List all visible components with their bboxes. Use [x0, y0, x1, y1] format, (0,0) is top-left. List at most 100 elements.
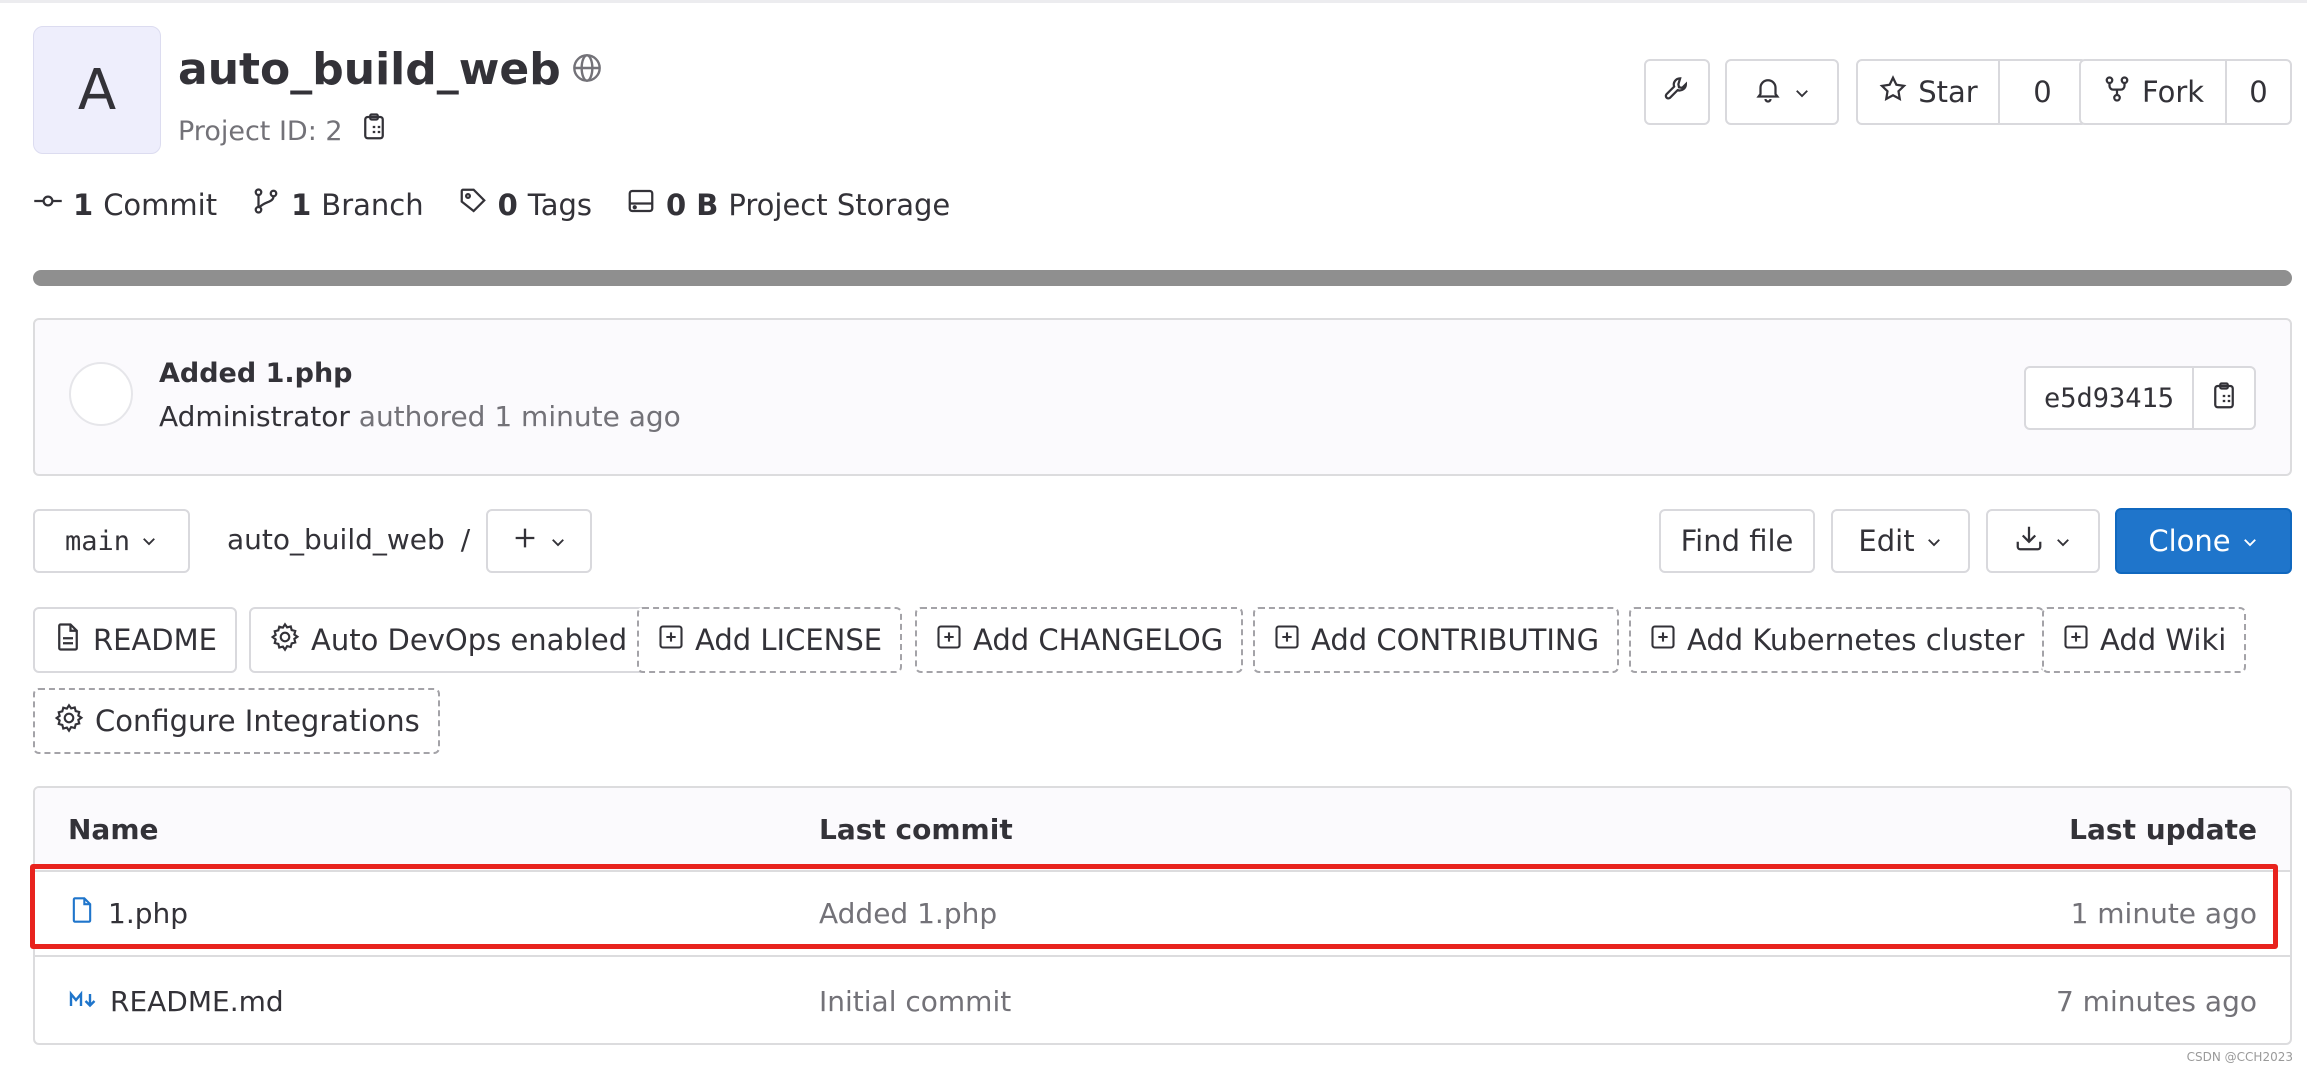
file-name-cell[interactable]: README.md: [68, 959, 284, 1043]
branch-selector[interactable]: main: [33, 509, 190, 573]
chevron-down-icon: [1925, 524, 1943, 558]
find-file-button[interactable]: Find file: [1659, 509, 1815, 573]
header-last-update: Last update: [2069, 812, 2257, 846]
find-file-label: Find file: [1680, 524, 1794, 558]
header-last-commit: Last commit: [819, 812, 1013, 846]
file-icon: [53, 622, 83, 659]
add-license-label: Add LICENSE: [695, 623, 883, 657]
chevron-down-icon: [1793, 75, 1811, 109]
file-name: 1.php: [108, 897, 189, 930]
fork-button-group: Fork 0: [2079, 59, 2292, 125]
file-commit-message[interactable]: Added 1.php: [819, 872, 997, 955]
configure-integrations-button[interactable]: Configure Integrations: [33, 688, 440, 754]
project-avatar-letter: A: [77, 57, 117, 123]
table-header: Name Last commit Last update: [35, 788, 2290, 872]
file-name: README.md: [110, 985, 284, 1018]
clone-label: Clone: [2148, 524, 2231, 558]
chevron-down-icon: [2241, 524, 2259, 558]
auto-devops-label: Auto DevOps enabled: [311, 623, 628, 657]
fork-count[interactable]: 0: [2227, 61, 2290, 123]
branches-link[interactable]: 1 Branch: [251, 186, 424, 223]
gear-icon: [269, 621, 301, 660]
plus-square-icon: [935, 623, 963, 658]
table-row[interactable]: README.md Initial commit 7 minutes ago: [35, 959, 2290, 1043]
breadcrumb-root[interactable]: auto_build_web: [227, 523, 445, 556]
plus-icon: [511, 524, 539, 559]
add-kubernetes-button[interactable]: Add Kubernetes cluster: [1629, 607, 2045, 673]
storage-link[interactable]: 0 B Project Storage: [626, 186, 950, 223]
branches-label: Branch: [321, 187, 424, 222]
wrench-icon: [1662, 74, 1692, 111]
project-stats: 1 Commit 1 Branch 0 Tags 0 B Project Sto…: [33, 186, 950, 223]
file-commit-message[interactable]: Initial commit: [819, 959, 1011, 1043]
file-updated: 7 minutes ago: [2055, 985, 2257, 1018]
breadcrumb: auto_build_web /: [227, 523, 470, 556]
star-button-group: Star 0: [1856, 59, 2087, 125]
project-id-text: Project ID: 2: [178, 115, 343, 147]
storage-count: 0 B: [665, 187, 719, 222]
branches-count: 1: [291, 187, 312, 222]
star-label: Star: [1918, 75, 1978, 109]
fork-icon: [2102, 74, 2132, 111]
auto-devops-button[interactable]: Auto DevOps enabled: [249, 607, 648, 673]
commits-count: 1: [73, 187, 94, 222]
commit-sha[interactable]: e5d93415: [2026, 368, 2192, 428]
table-row[interactable]: 1.php Added 1.php 1 minute ago: [35, 872, 2290, 957]
add-changelog-label: Add CHANGELOG: [973, 623, 1224, 657]
file-icon: [68, 896, 96, 931]
commit-author[interactable]: Administrator: [159, 400, 350, 433]
fork-button[interactable]: Fork: [2081, 61, 2225, 123]
file-tree-table: Name Last commit Last update 1.php Added…: [33, 786, 2292, 1045]
add-license-button[interactable]: Add LICENSE: [637, 607, 903, 673]
chevron-down-icon: [549, 524, 567, 558]
clone-button[interactable]: Clone: [2115, 508, 2292, 574]
star-icon: [1878, 74, 1908, 111]
copy-icon: [2209, 381, 2239, 415]
breadcrumb-separator: /: [460, 523, 471, 556]
plus-square-icon: [1273, 623, 1301, 658]
project-name[interactable]: auto_build_web: [178, 44, 561, 96]
add-wiki-button[interactable]: Add Wiki: [2042, 607, 2247, 673]
tag-icon: [458, 186, 488, 223]
storage-label: Project Storage: [728, 187, 951, 222]
copy-id-icon[interactable]: [359, 112, 389, 151]
bell-icon: [1753, 74, 1783, 111]
project-title: auto_build_web: [178, 44, 603, 96]
commit-title[interactable]: Added 1.php: [159, 358, 353, 389]
add-wiki-label: Add Wiki: [2100, 623, 2227, 657]
last-commit-panel: Added 1.php Administrator authored 1 min…: [33, 318, 2292, 476]
settings-button[interactable]: [1644, 59, 1710, 125]
plus-square-icon: [657, 623, 685, 658]
readme-label: README: [93, 623, 217, 657]
branch-icon: [251, 186, 281, 223]
tags-label: Tags: [527, 187, 592, 222]
configure-integrations-label: Configure Integrations: [95, 704, 420, 738]
notifications-button[interactable]: [1725, 59, 1839, 125]
star-button[interactable]: Star: [1858, 61, 1998, 123]
download-icon: [2014, 523, 2044, 560]
add-kubernetes-label: Add Kubernetes cluster: [1687, 623, 2025, 657]
commit-time: authored 1 minute ago: [358, 400, 681, 433]
commits-link[interactable]: 1 Commit: [33, 186, 217, 223]
commit-sha-group: e5d93415: [2023, 366, 2256, 430]
commit-meta: Administrator authored 1 minute ago: [159, 400, 681, 433]
storage-progress-bar: [33, 270, 2292, 286]
add-to-tree-button[interactable]: [486, 509, 592, 573]
commit-author-avatar[interactable]: [69, 362, 133, 426]
add-changelog-button[interactable]: Add CHANGELOG: [915, 607, 1244, 673]
plus-square-icon: [2062, 623, 2090, 658]
edit-button[interactable]: Edit: [1831, 509, 1970, 573]
download-button[interactable]: [1986, 509, 2100, 573]
tags-link[interactable]: 0 Tags: [458, 186, 592, 223]
project-avatar[interactable]: A: [33, 26, 161, 154]
top-border: [0, 0, 2307, 3]
storage-icon: [626, 186, 656, 223]
copy-sha-button[interactable]: [2192, 368, 2254, 428]
file-name-cell[interactable]: 1.php: [68, 872, 188, 955]
add-contributing-label: Add CONTRIBUTING: [1311, 623, 1600, 657]
markdown-icon: [68, 985, 98, 1018]
star-count[interactable]: 0: [2000, 61, 2085, 123]
add-contributing-button[interactable]: Add CONTRIBUTING: [1253, 607, 1620, 673]
readme-button[interactable]: README: [33, 607, 237, 673]
file-updated: 1 minute ago: [2070, 897, 2257, 930]
